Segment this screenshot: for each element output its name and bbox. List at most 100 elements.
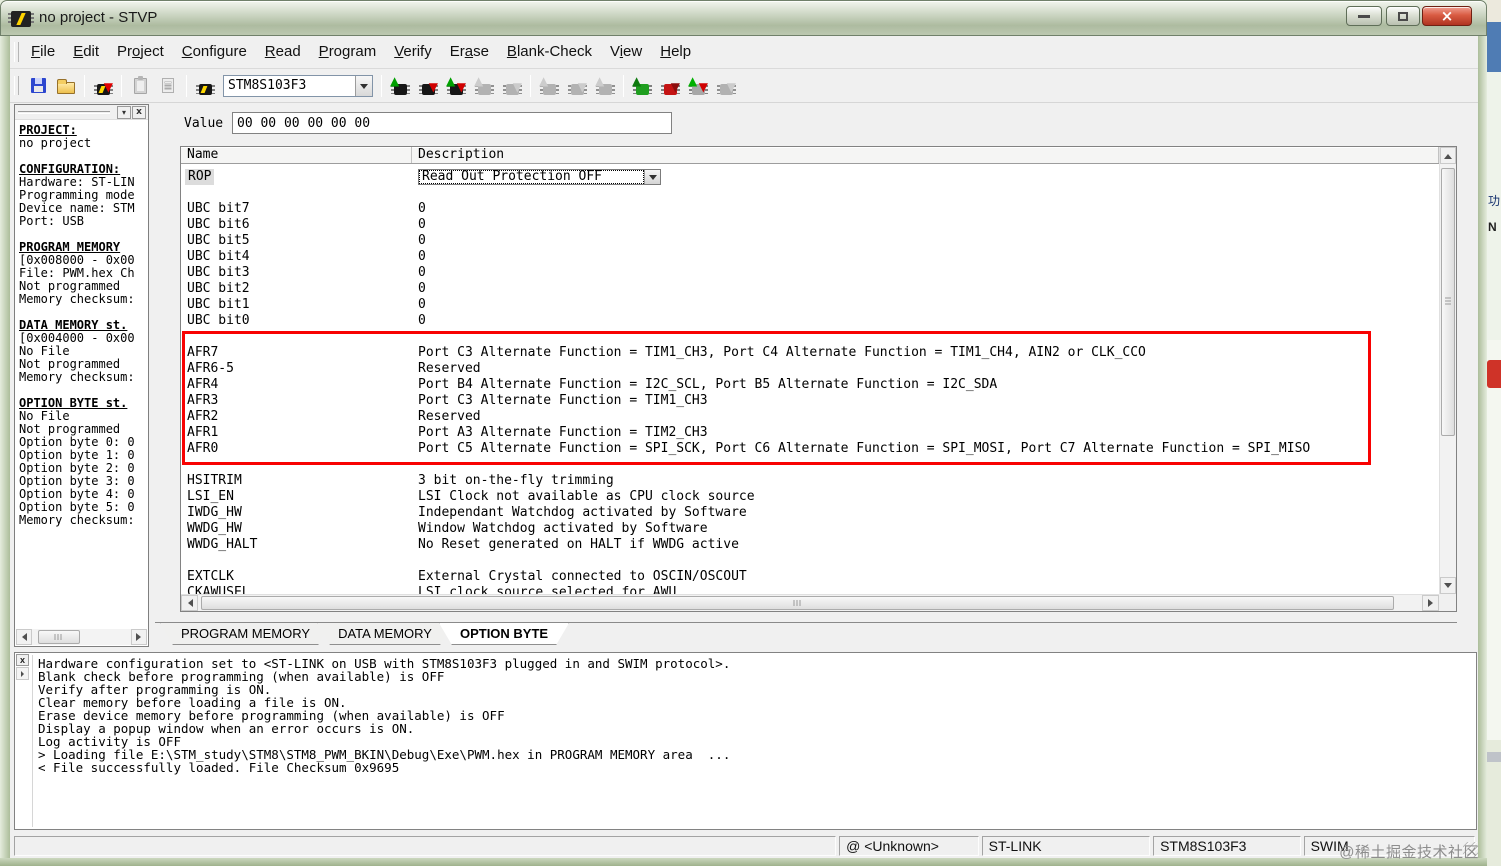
table-row[interactable]: UBC bit2 0: [181, 281, 1439, 297]
table-row[interactable]: WWDG_HW Window Watchdog activated by Soft…: [181, 521, 1439, 537]
option-description: No Reset generated on HALT if WWDG activ…: [418, 537, 739, 552]
scrollbar-thumb[interactable]: [38, 630, 80, 644]
close-button[interactable]: ×: [1422, 6, 1472, 26]
save-button[interactable]: [26, 74, 50, 98]
scrollbar-thumb[interactable]: [1441, 168, 1455, 436]
maximize-button[interactable]: [1386, 6, 1420, 26]
horizontal-scrollbar[interactable]: [181, 594, 1439, 611]
sidebar-close-button[interactable]: x: [132, 106, 146, 119]
table-row[interactable]: CKAWUSEL LSI clock source selected for AW…: [181, 585, 1439, 594]
arrow-down-icon: [1444, 582, 1452, 592]
log-panel: x Hardware configuration set to <ST-LINK…: [14, 652, 1477, 830]
option-description: Reserved: [418, 409, 481, 424]
scrollbar-thumb[interactable]: [201, 596, 1394, 610]
arrow-down-icon: ▼: [670, 79, 680, 94]
value-input[interactable]: [232, 112, 672, 134]
log-nav-button[interactable]: [16, 667, 29, 680]
sidebar-section-header: PROGRAM MEMORY: [19, 241, 121, 254]
table-row[interactable]: AFR7 Port C3 Alternate Function = TIM1_CH…: [181, 345, 1439, 361]
sidebar-section-header: DATA MEMORY st.: [19, 319, 128, 332]
device-select-value: STM8S103F3: [228, 77, 307, 93]
menu-item-project[interactable]: Project: [108, 36, 173, 60]
program-active-tab-button[interactable]: ▼: [658, 74, 682, 98]
folder-icon: [57, 78, 75, 94]
table-row[interactable]: AFR0 Port C5 Alternate Function = SPI_SCK…: [181, 441, 1439, 457]
option-description: Port C3 Alternate Function = TIM1_CH3, P…: [418, 345, 1146, 360]
verify-all-tabs-button[interactable]: ▲ ▼: [444, 74, 468, 98]
menu-item-erase[interactable]: Erase: [441, 36, 498, 60]
table-row[interactable]: AFR4 Port B4 Alternate Function = I2C_SCL…: [181, 377, 1439, 393]
table-row[interactable]: UBC bit4 0: [181, 249, 1439, 265]
menu-item-blank-check[interactable]: Blank-Check: [498, 36, 601, 60]
scroll-right-button[interactable]: [131, 629, 147, 645]
table-row[interactable]: UBC bit6 0: [181, 217, 1439, 233]
read-active-tab-button[interactable]: ▲: [630, 74, 654, 98]
scroll-right-button[interactable]: [1422, 595, 1439, 611]
menu-item-verify[interactable]: Verify: [385, 36, 441, 60]
device-select-arrow-button[interactable]: [355, 75, 372, 96]
program-device-button[interactable]: ▼: [91, 74, 115, 98]
device-chip-icon[interactable]: [193, 74, 217, 98]
rop-dropdown-arrow-button[interactable]: [644, 170, 660, 184]
table-row[interactable]: AFR2 Reserved: [181, 409, 1439, 425]
menu-item-configure[interactable]: Configure: [173, 36, 256, 60]
desktop-fragment-text: 功: [1488, 194, 1501, 208]
read-all-tabs-button[interactable]: ▲: [388, 74, 412, 98]
project-sidebar: ▾ x PROJECT: no project CONFIGURATION: Hard…: [14, 104, 149, 647]
table-row[interactable]: AFR6-5 Reserved: [181, 361, 1439, 377]
scroll-left-button[interactable]: [16, 629, 32, 645]
desktop-fragment: [1487, 752, 1501, 762]
table-row[interactable]: EXTCLK External Crystal connected to OSCI…: [181, 569, 1439, 585]
option-description: 0: [418, 297, 426, 312]
rop-dropdown[interactable]: Read Out Protection OFF: [418, 169, 661, 185]
scroll-up-button[interactable]: [1440, 147, 1456, 164]
clipboard-icon: [133, 75, 147, 94]
tab-bar: PROGRAM MEMORY DATA MEMORY OPTION BYTE: [155, 622, 1457, 647]
scroll-left-button[interactable]: [181, 595, 198, 611]
tab-option-byte[interactable]: OPTION BYTE: [438, 623, 570, 645]
table-row[interactable]: UBC bit7 0: [181, 201, 1439, 217]
table-row[interactable]: UBC bit1 0: [181, 297, 1439, 313]
menu-item-read[interactable]: Read: [256, 36, 310, 60]
table-row[interactable]: HSITRIM 3 bit on-the-fly trimming: [181, 473, 1439, 489]
sidebar-grip[interactable]: [18, 111, 110, 114]
sidebar-line: [19, 150, 147, 163]
sidebar-line: Port: USB: [19, 215, 85, 228]
device-select[interactable]: STM8S103F3: [223, 74, 373, 97]
close-icon: ×: [1440, 6, 1454, 25]
title-bar[interactable]: no project - STVP ×: [0, 0, 1487, 36]
menu-item-file[interactable]: File: [22, 36, 64, 60]
menu-item-edit[interactable]: Edit: [64, 36, 108, 60]
column-header-description[interactable]: Description: [412, 147, 1439, 163]
open-button[interactable]: [54, 74, 78, 98]
option-name: WWDG_HALT: [187, 537, 258, 552]
table-row[interactable]: ROP Read Out Protection OFF: [181, 169, 1439, 185]
arrow-up-icon: ▲: [390, 73, 400, 88]
table-row[interactable]: UBC bit3 0: [181, 265, 1439, 281]
sidebar-line: [19, 228, 147, 241]
tab-program-memory[interactable]: PROGRAM MEMORY: [159, 623, 332, 645]
scroll-down-button[interactable]: [1440, 577, 1456, 594]
sidebar-horizontal-scrollbar[interactable]: [16, 629, 147, 645]
table-row[interactable]: IWDG_HW Independant Watchdog activated by…: [181, 505, 1439, 521]
verify-active-tab-button[interactable]: ▼ ▲: [686, 74, 710, 98]
option-name: WWDG_HW: [187, 521, 242, 536]
table-row[interactable]: UBC bit0 0: [181, 313, 1439, 329]
option-description: Port B4 Alternate Function = I2C_SCL, Po…: [418, 377, 998, 392]
menu-item-program[interactable]: Program: [310, 36, 386, 60]
program-all-tabs-button[interactable]: ▼: [416, 74, 440, 98]
column-header-name[interactable]: Name: [181, 147, 412, 163]
table-row[interactable]: UBC bit5 0: [181, 233, 1439, 249]
minimize-button[interactable]: [1346, 6, 1382, 26]
table-row[interactable]: AFR3 Port C3 Alternate Function = TIM1_CH…: [181, 393, 1439, 409]
table-row[interactable]: LSI_EN LSI Clock not available as CPU clo…: [181, 489, 1439, 505]
tab-data-memory[interactable]: DATA MEMORY: [316, 623, 454, 645]
log-close-button[interactable]: x: [16, 654, 29, 666]
table-row[interactable]: AFR1 Port A3 Alternate Function = TIM2_CH…: [181, 425, 1439, 441]
menu-item-view[interactable]: View: [601, 36, 651, 60]
menu-item-help[interactable]: Help: [651, 36, 700, 60]
sidebar-pin-button[interactable]: ▾: [117, 106, 131, 119]
table-row[interactable]: WWDG_HALT No Reset generated on HALT if W…: [181, 537, 1439, 553]
option-description: 0: [418, 265, 426, 280]
vertical-scrollbar[interactable]: [1439, 147, 1456, 594]
